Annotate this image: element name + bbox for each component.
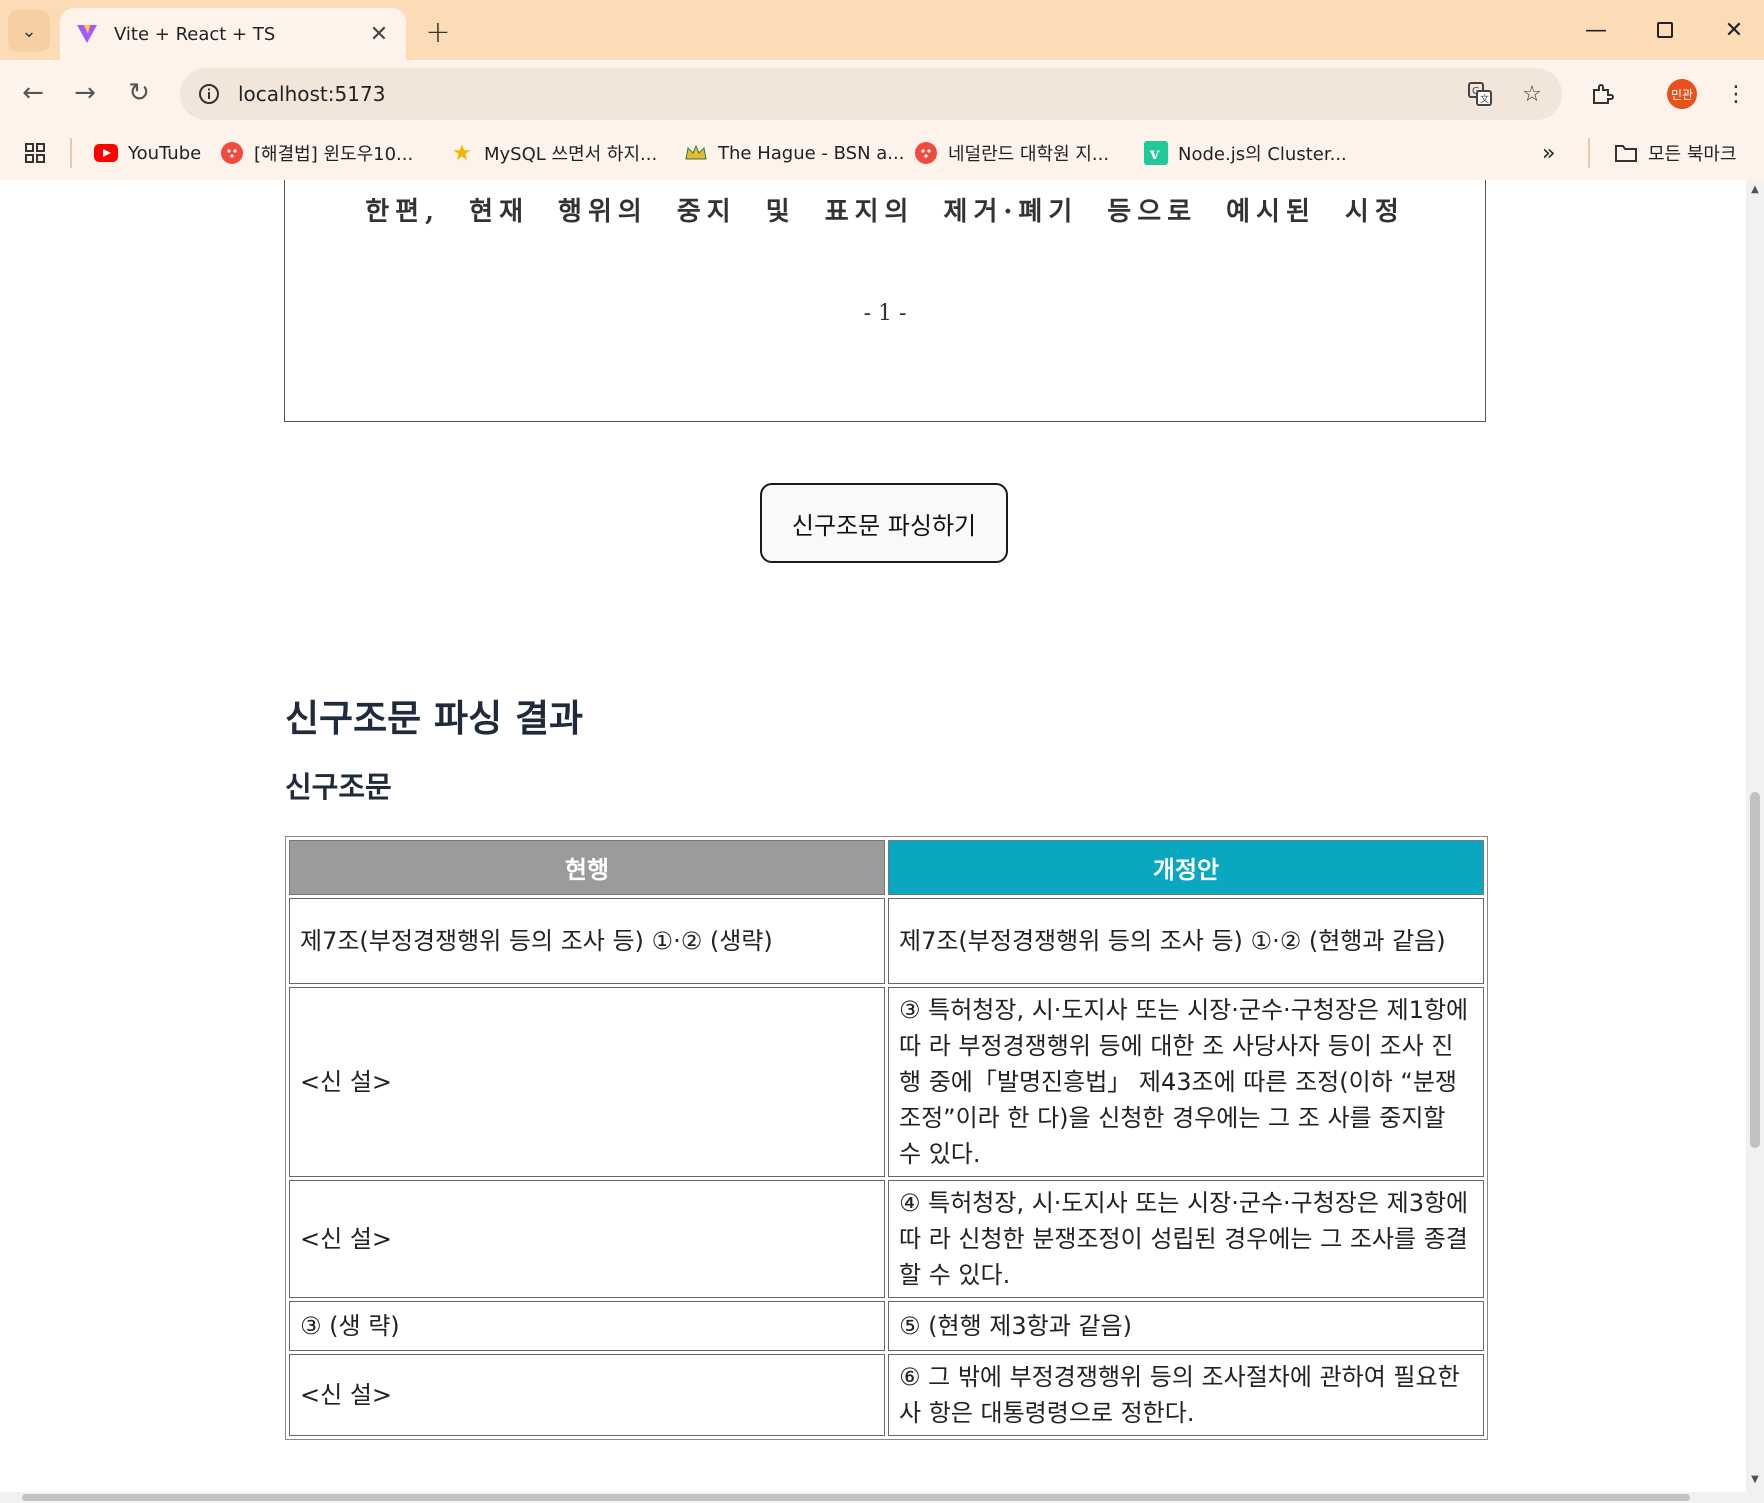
cell-current: <신 설> <box>289 1354 885 1436</box>
forward-button[interactable]: → <box>64 72 106 114</box>
bookmark-label: 네덜란드 대학원 지... <box>948 144 1110 165</box>
scroll-down-icon[interactable]: ▼ <box>1748 1474 1762 1488</box>
vertical-scrollbar[interactable]: ▲ ▼ <box>1746 180 1764 1492</box>
folder-icon <box>1614 141 1638 165</box>
minimize-icon: — <box>1585 17 1607 43</box>
tab-search-button[interactable]: ⌄ <box>8 10 50 52</box>
address-bar[interactable]: localhost:5173 G文 ☆ <box>180 68 1562 120</box>
dots-icon <box>220 141 244 165</box>
more-bookmarks-icon[interactable]: » <box>1542 136 1555 170</box>
cell-current: 제7조(부정경쟁행위 등의 조사 등) ①·② (생략) <box>289 898 885 984</box>
scroll-up-icon[interactable]: ▲ <box>1748 184 1762 198</box>
divider <box>70 138 72 168</box>
apps-icon[interactable] <box>24 136 46 170</box>
result-heading: 신구조문 파싱 결과 <box>285 697 584 740</box>
all-bookmarks-label: 모든 북마크 <box>1648 144 1737 165</box>
bookmark-mysql[interactable]: ★ MySQL 쓰면서 하지... <box>450 136 657 170</box>
comparison-table: 현행 개정안 제7조(부정경쟁행위 등의 조사 등) ①·② (생략) 제7조(… <box>285 836 1488 1440</box>
profile-button[interactable]: 민관 <box>1660 72 1704 116</box>
document-preview: 한편, 현재 행위의 중지 및 표지의 제거·폐기 등으로 예시된 시정 - 1… <box>284 180 1486 422</box>
close-icon: ✕ <box>1724 17 1744 43</box>
cell-proposed: ③ 특허청장, 시·도지사 또는 시장·군수·구청장은 제1항에 따 라 부정경… <box>888 987 1484 1177</box>
reload-button[interactable]: ↻ <box>118 72 160 114</box>
bookmark-the-hague[interactable]: The Hague - BSN a... <box>684 136 904 170</box>
maximize-icon <box>1657 22 1673 38</box>
tab-strip: ⌄ Vite + React + TS ✕ + — ✕ <box>0 0 1764 60</box>
bookmark-netherlands[interactable]: 네덜란드 대학원 지... <box>914 136 1109 170</box>
bookmark-windows-fix[interactable]: [해결법] 윈도우10... <box>220 136 413 170</box>
bookmark-label: MySQL 쓰면서 하지... <box>484 144 658 165</box>
result-subheading: 신구조문 <box>285 770 392 804</box>
reload-icon: ↻ <box>128 78 150 108</box>
back-button[interactable]: ← <box>12 72 54 114</box>
tab-title: Vite + React + TS <box>114 23 276 45</box>
parse-button[interactable]: 신구조문 파싱하기 <box>760 483 1008 563</box>
bookmark-label: Node.js의 Cluster... <box>1178 144 1347 165</box>
site-info-icon[interactable] <box>192 77 226 111</box>
scrollbar-thumb[interactable] <box>1750 792 1760 1148</box>
toolbar: ← → ↻ localhost:5173 G文 ☆ 민관 ⋮ <box>0 60 1764 126</box>
youtube-icon <box>94 141 118 165</box>
cell-proposed: 제7조(부정경쟁행위 등의 조사 등) ①·② (현행과 같음) <box>888 898 1484 984</box>
table-row: 제7조(부정경쟁행위 등의 조사 등) ①·② (생략) 제7조(부정경쟁행위 … <box>289 898 1484 984</box>
active-tab[interactable]: Vite + React + TS ✕ <box>60 8 406 60</box>
avatar: 민관 <box>1667 79 1697 109</box>
header-current: 현행 <box>289 840 885 895</box>
extensions-icon[interactable] <box>1580 72 1624 116</box>
page-number: - 1 - <box>863 301 907 326</box>
url-text[interactable]: localhost:5173 <box>238 82 1458 106</box>
table-row: <신 설> ③ 특허청장, 시·도지사 또는 시장·군수·구청장은 제1항에 따… <box>289 987 1484 1177</box>
scrollbar-thumb[interactable] <box>22 1494 1690 1501</box>
menu-icon[interactable]: ⋮ <box>1714 72 1758 116</box>
svg-text:文: 文 <box>1480 93 1489 105</box>
minimize-button[interactable]: — <box>1568 8 1624 52</box>
bookmark-youtube[interactable]: YouTube <box>94 136 201 170</box>
dots-icon <box>914 141 938 165</box>
bookmark-star-icon[interactable]: ☆ <box>1510 72 1554 116</box>
crown-icon <box>684 141 708 165</box>
bookmark-nodejs[interactable]: v Node.js의 Cluster... <box>1144 136 1347 170</box>
star-icon: ★ <box>452 140 472 166</box>
bookmark-label: The Hague - BSN a... <box>718 142 905 164</box>
header-proposed: 개정안 <box>888 840 1484 895</box>
translate-icon[interactable]: G文 <box>1458 72 1502 116</box>
document-text-line: 한편, 현재 행위의 중지 및 표지의 제거·폐기 등으로 예시된 시정 <box>365 197 1405 227</box>
bookmark-label: [해결법] 윈도우10... <box>254 144 414 165</box>
cell-current: <신 설> <box>289 987 885 1177</box>
arrow-right-icon: → <box>74 78 96 108</box>
table-row: <신 설> ④ 특허청장, 시·도지사 또는 시장·군수·구청장은 제3항에 따… <box>289 1180 1484 1298</box>
bookmark-label: YouTube <box>128 142 202 164</box>
chevron-down-icon: ⌄ <box>21 20 37 42</box>
arrow-left-icon: ← <box>22 78 44 108</box>
bookmarks-bar: YouTube [해결법] 윈도우10... ★ MySQL 쓰면서 하지...… <box>0 126 1764 180</box>
close-window-button[interactable]: ✕ <box>1706 8 1762 52</box>
cell-proposed: ⑥ 그 밖에 부정경쟁행위 등의 조사절차에 관하여 필요한 사 항은 대통령령… <box>888 1354 1484 1436</box>
maximize-button[interactable] <box>1637 8 1693 52</box>
v-icon: v <box>1144 141 1168 165</box>
table-row: <신 설> ⑥ 그 밖에 부정경쟁행위 등의 조사절차에 관하여 필요한 사 항… <box>289 1354 1484 1436</box>
horizontal-scrollbar[interactable] <box>0 1492 1764 1503</box>
cell-current: ③ (생 략) <box>289 1301 885 1351</box>
new-tab-button[interactable]: + <box>418 12 458 52</box>
divider <box>1588 138 1590 168</box>
table-header-row: 현행 개정안 <box>289 840 1484 895</box>
all-bookmarks[interactable]: 모든 북마크 <box>1614 136 1737 170</box>
table-row: ③ (생 략) ⑤ (현행 제3항과 같음) <box>289 1301 1484 1351</box>
cell-proposed: ⑤ (현행 제3항과 같음) <box>888 1301 1484 1351</box>
svg-text:v: v <box>1149 144 1160 163</box>
page-viewport: 한편, 현재 행위의 중지 및 표지의 제거·폐기 등으로 예시된 시정 - 1… <box>0 180 1746 1492</box>
cell-current: <신 설> <box>289 1180 885 1298</box>
vite-logo-icon <box>74 21 100 47</box>
cell-proposed: ④ 특허청장, 시·도지사 또는 시장·군수·구청장은 제3항에 따 라 신청한… <box>888 1180 1484 1298</box>
close-icon[interactable]: ✕ <box>364 19 394 49</box>
